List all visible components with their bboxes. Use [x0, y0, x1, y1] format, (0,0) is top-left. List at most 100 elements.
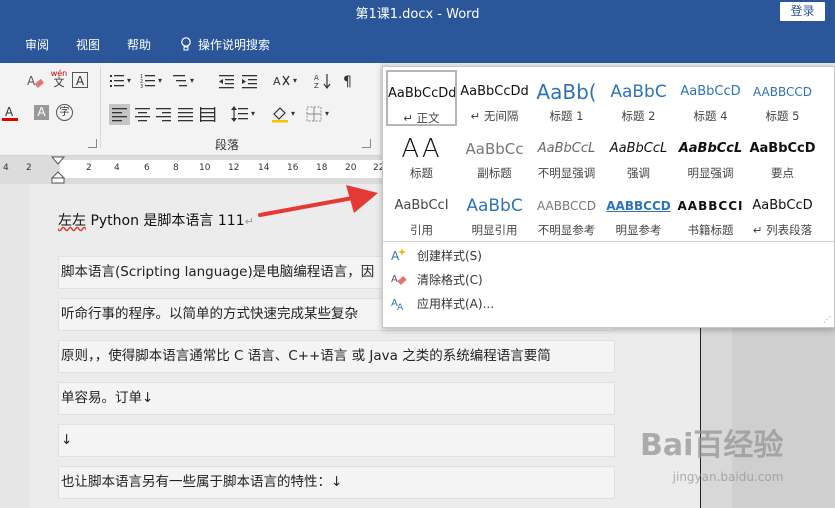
enclose-char-button[interactable]: 字: [56, 104, 73, 121]
ribbon-tabs: 审阅 视图 帮助 操作说明搜索: [0, 24, 835, 63]
tab-review[interactable]: 审阅: [25, 36, 49, 53]
clear-format-icon[interactable]: A: [26, 72, 44, 90]
chevron-down-icon[interactable]: ▾: [323, 105, 331, 123]
style-book-title[interactable]: AABBCCI 书籍标题: [675, 184, 746, 240]
chevron-down-icon[interactable]: ▾: [156, 72, 164, 90]
chevron-down-icon[interactable]: ▾: [188, 72, 196, 90]
shading-icon[interactable]: [271, 105, 289, 123]
borders-icon[interactable]: [305, 105, 323, 123]
svg-text:A: A: [273, 75, 281, 88]
apply-styles-menu-item[interactable]: AA 应用样式(A)...: [391, 292, 494, 314]
font-dialog-launcher-icon[interactable]: [88, 139, 97, 148]
svg-text:A: A: [314, 74, 319, 82]
red-arrow-icon: [258, 185, 378, 217]
ruler-number: 12: [228, 163, 240, 173]
tab-help[interactable]: 帮助: [127, 36, 151, 53]
svg-text:3: 3: [140, 84, 143, 90]
ruler-number: 2: [26, 163, 32, 173]
char-shading-button[interactable]: A: [34, 105, 49, 120]
sort-icon[interactable]: AZ: [314, 72, 332, 90]
resize-grip-icon[interactable]: ⋰: [823, 315, 831, 324]
ruler-number: 18: [316, 163, 328, 173]
chevron-down-icon[interactable]: ▾: [289, 105, 297, 123]
indent-marker-icon[interactable]: [51, 156, 65, 184]
ruler-number: 16: [287, 163, 299, 173]
svg-text:A: A: [391, 249, 400, 263]
window-title: 第1课1.docx - Word: [355, 7, 480, 22]
style-heading-4[interactable]: AaBbCcD 标题 4: [675, 70, 746, 126]
chevron-down-icon[interactable]: ▾: [125, 72, 133, 90]
paragraph-line[interactable]: 原则，，使得脚本语言通常比 C 语言、C++语言 或 Java 之类的系统编程语…: [58, 340, 615, 373]
ruler-number: 6: [144, 163, 150, 173]
align-left-icon[interactable]: [109, 104, 130, 125]
ruler-number: 4: [114, 163, 120, 173]
gallery-separator: [383, 241, 834, 242]
phonetic-guide-button[interactable]: wén 文: [50, 69, 68, 88]
login-button[interactable]: 登录: [780, 2, 825, 21]
tell-me-label: 操作说明搜索: [198, 38, 271, 52]
style-title[interactable]: AA 标题: [386, 127, 457, 183]
ruler-number: 14: [258, 163, 270, 173]
eraser-icon: A: [391, 274, 407, 285]
chevron-down-icon[interactable]: ▾: [249, 105, 257, 123]
heading-text: Python 是脚本语言 111: [86, 213, 245, 229]
align-right-icon[interactable]: [155, 105, 173, 123]
style-strong[interactable]: AaBbCcD 要点: [747, 127, 818, 183]
style-intense-quote[interactable]: AaBbC 明显引用: [459, 184, 530, 240]
horizontal-ruler[interactable]: 4 2 2 4 6 8 10 12 14 16 18 20 22: [0, 156, 390, 184]
svg-text:A: A: [391, 274, 398, 285]
ruler-text-area: [60, 160, 390, 178]
style-subtitle[interactable]: AaBbCc 副标题: [459, 127, 530, 183]
chinese-layout-icon[interactable]: A: [273, 72, 291, 90]
svg-text:A: A: [27, 74, 36, 88]
style-no-spacing[interactable]: AaBbCcDd ↵ 无间隔: [459, 70, 530, 126]
font-color-icon[interactable]: A: [2, 104, 20, 122]
style-subtle-reference[interactable]: AABBCCD 不明显参考: [531, 184, 602, 240]
chevron-down-icon[interactable]: ▾: [291, 72, 299, 90]
create-style-menu-item[interactable]: A 创建样式(S): [391, 244, 482, 266]
ruler-number: 4: [3, 163, 9, 173]
svg-text:Z: Z: [314, 82, 319, 90]
style-heading-1[interactable]: AaBb( 标题 1: [531, 70, 602, 126]
paragraph-dialog-launcher-icon[interactable]: [362, 139, 371, 148]
distributed-icon[interactable]: [199, 105, 217, 123]
paragraph-group-label: 段落: [215, 138, 240, 152]
ruler-number: 20: [345, 163, 357, 173]
ruler-number: 8: [173, 163, 179, 173]
paragraph-line[interactable]: 也让脚本语言另有一些属于脚本语言的特性：↓: [58, 466, 615, 499]
svg-text:A: A: [5, 105, 14, 119]
line-spacing-icon[interactable]: [231, 105, 249, 123]
style-heading-2[interactable]: AaBbC 标题 2: [603, 70, 674, 126]
show-marks-icon[interactable]: ¶: [340, 72, 358, 90]
svg-text:A: A: [397, 303, 404, 311]
ribbon-home: A wén 文 A A A 字 ▾ 123 ▾ ▾ A ▾ AZ ¶ ▾ ▾ ▾ …: [0, 63, 380, 156]
paragraph-line[interactable]: ↓: [58, 424, 615, 457]
style-intense-reference[interactable]: AABBCCD 明显参考: [603, 184, 674, 240]
tell-me-search[interactable]: 操作说明搜索: [180, 36, 270, 53]
style-normal[interactable]: AaBbCcDd ↵ 正文: [386, 70, 457, 126]
misspelled-text[interactable]: 左左: [58, 213, 86, 229]
document-heading[interactable]: 左左 Python 是脚本语言 111↵: [58, 210, 254, 230]
svg-text:¶: ¶: [343, 74, 352, 90]
create-style-icon: A: [391, 248, 406, 263]
watermark-brand: Bai百经验: [640, 428, 784, 463]
style-list-paragraph[interactable]: AaBbCcD ↵ 列表段落: [747, 184, 818, 240]
style-heading-5[interactable]: AABBCCD 标题 5: [747, 70, 818, 126]
style-subtle-emphasis[interactable]: AaBbCcL 不明显强调: [531, 127, 602, 183]
increase-indent-icon[interactable]: [241, 72, 259, 90]
align-center-icon[interactable]: [134, 105, 152, 123]
style-emphasis[interactable]: AaBbCcL 强调: [603, 127, 674, 183]
tab-view[interactable]: 视图: [76, 36, 100, 53]
apply-styles-icon: AA: [391, 298, 404, 311]
clear-formatting-menu-item[interactable]: A 清除格式(C): [391, 268, 483, 290]
paragraph-line[interactable]: 单容易。订单↓: [58, 382, 615, 415]
style-quote[interactable]: AaBbCcI 引用: [386, 184, 457, 240]
lightbulb-icon: [181, 37, 191, 51]
char-border-button[interactable]: A: [72, 72, 88, 88]
style-intense-emphasis[interactable]: AaBbCcL 明显强调: [675, 127, 746, 183]
group-separator: [100, 67, 101, 147]
justify-icon[interactable]: [177, 105, 195, 123]
decrease-indent-icon[interactable]: [218, 72, 236, 90]
title-bar: 第1课1.docx - Word 登录: [0, 0, 835, 24]
return-mark: ↵: [244, 215, 254, 228]
